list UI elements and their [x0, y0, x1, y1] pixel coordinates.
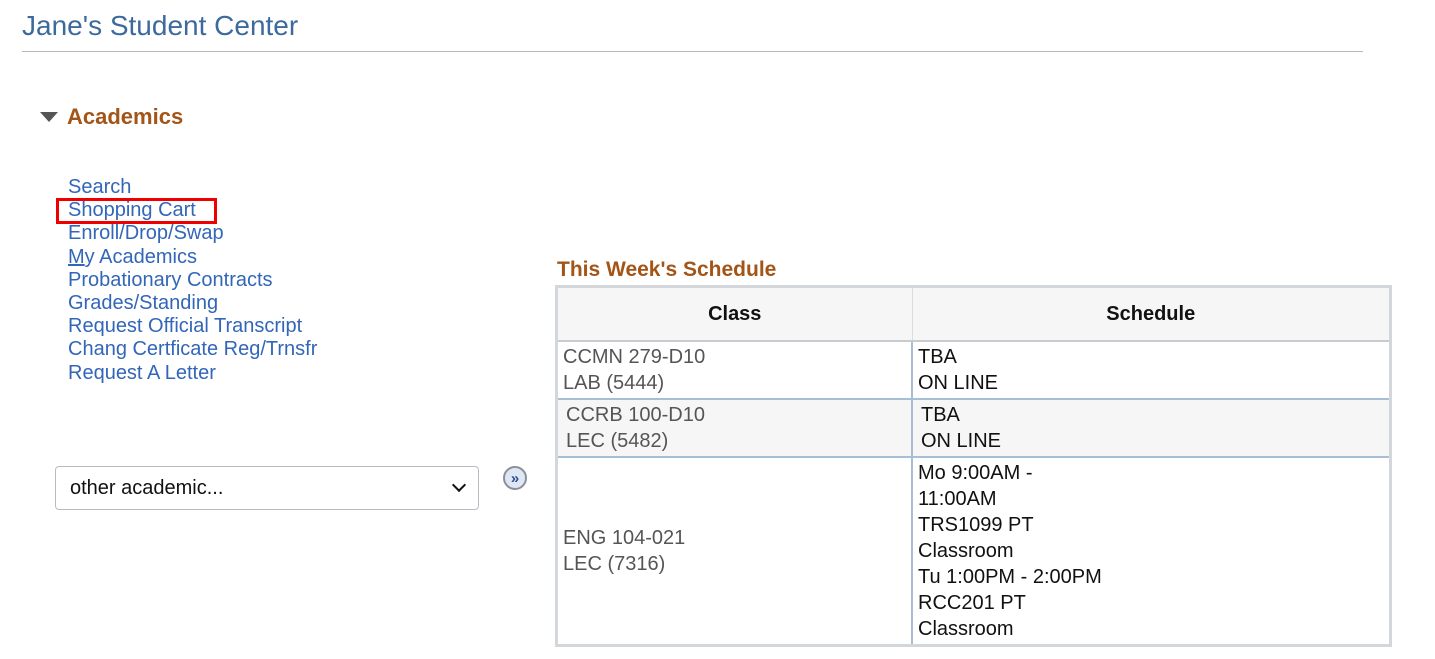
link-chang-certificate[interactable]: Chang Certficate Reg/Trnsfr: [68, 338, 317, 361]
table-row: CCMN 279-D10 LAB (5444) TBA ON LINE: [555, 340, 1392, 400]
class-section: LEC (7316): [563, 553, 666, 575]
schedule-table: Class Schedule CCMN 279-D10 LAB (5444) T…: [555, 285, 1392, 647]
schedule-line: 11:00AM: [918, 488, 997, 510]
other-academic-select[interactable]: other academic...: [55, 466, 479, 510]
class-cell: ENG 104-021 LEC (7316): [555, 456, 913, 647]
accesskey-letter: M: [68, 245, 85, 268]
schedule-line: Mo 9:00AM -: [918, 462, 1033, 484]
class-code: CCMN 279-D10: [563, 346, 706, 368]
section-title: Academics: [67, 104, 184, 129]
schedule-line: RCC201 PT: [918, 592, 1026, 614]
link-request-a-letter[interactable]: Request A Letter: [68, 362, 317, 385]
class-cell: CCRB 100-D10 LEC (5482): [555, 398, 913, 458]
academics-section-header[interactable]: Academics: [40, 104, 183, 130]
schedule-line: Tu 1:00PM - 2:00PM: [918, 566, 1102, 588]
table-row: ENG 104-021 LEC (7316) Mo 9:00AM - 11:00…: [555, 456, 1392, 647]
link-search[interactable]: Search: [68, 176, 317, 199]
class-code: ENG 104-021: [563, 527, 686, 549]
link-my-academics[interactable]: My Academics: [68, 246, 317, 269]
academics-links: Search Shopping Cart Enroll/Drop/Swap My…: [68, 176, 317, 385]
schedule-cell: TBA ON LINE: [911, 398, 1392, 458]
select-value: other academic...: [70, 476, 224, 499]
schedule-cell: TBA ON LINE: [911, 340, 1392, 400]
class-cell: CCMN 279-D10 LAB (5444): [555, 340, 913, 400]
page-title: Jane's Student Center: [22, 10, 299, 41]
column-header-schedule: Schedule: [912, 286, 1391, 342]
class-code: CCRB 100-D10: [566, 404, 705, 426]
link-request-official-transcript[interactable]: Request Official Transcript: [68, 315, 317, 338]
chevron-down-icon: [451, 477, 467, 493]
schedule-line: ON LINE: [918, 372, 999, 394]
link-enroll-drop-swap[interactable]: Enroll/Drop/Swap: [68, 222, 317, 245]
schedule-line: Classroom: [918, 540, 1014, 562]
class-section: LEC (5482): [566, 430, 669, 452]
link-probationary-contracts[interactable]: Probationary Contracts: [68, 269, 317, 292]
link-label-rest: y Academics: [84, 245, 197, 268]
schedule-line: ON LINE: [921, 430, 1002, 452]
class-section: LAB (5444): [563, 372, 665, 394]
collapse-triangle-icon[interactable]: [40, 112, 58, 122]
link-grades-standing[interactable]: Grades/Standing: [68, 292, 317, 315]
schedule-line: TRS1099 PT: [918, 514, 1034, 536]
schedule-title: This Week's Schedule: [557, 258, 777, 281]
schedule-cell: Mo 9:00AM - 11:00AM TRS1099 PT Classroom…: [911, 456, 1392, 647]
schedule-line: TBA: [918, 346, 957, 368]
double-chevron-right-icon: »: [510, 469, 520, 487]
table-row: CCRB 100-D10 LEC (5482) TBA ON LINE: [555, 398, 1392, 458]
title-divider: [22, 51, 1363, 52]
column-header-class: Class: [556, 286, 913, 342]
go-button[interactable]: »: [503, 466, 527, 490]
schedule-line: TBA: [921, 404, 960, 426]
schedule-line: Classroom: [918, 618, 1014, 640]
link-shopping-cart[interactable]: Shopping Cart: [68, 199, 317, 222]
